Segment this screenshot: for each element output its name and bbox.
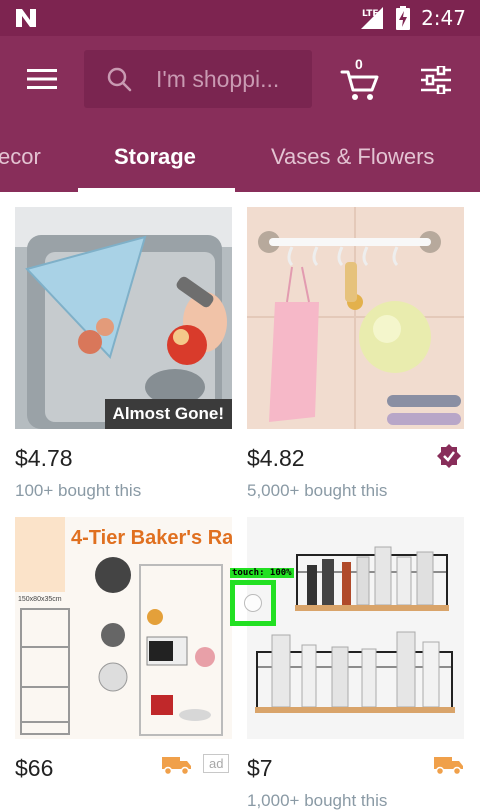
app-toolbar: I'm shoppi... 0 xyxy=(0,36,480,122)
search-icon xyxy=(107,67,132,92)
svg-text:LTE: LTE xyxy=(362,9,379,19)
bakers-rack-image: 4-Tier Baker's Rack 150x80x35cm xyxy=(15,517,232,739)
towel-rack-image xyxy=(247,207,464,429)
cart-icon xyxy=(340,70,379,100)
filter-button[interactable] xyxy=(414,60,458,100)
touch-indicator-label: touch: 100% xyxy=(230,568,294,578)
battery-charging-icon xyxy=(396,6,411,30)
product-image[interactable]: 4-Tier Baker's Rack 150x80x35cm xyxy=(15,517,232,739)
product-image[interactable] xyxy=(247,517,464,739)
touch-point xyxy=(244,594,262,612)
product-card[interactable]: $7 1,000+ bought this xyxy=(247,517,464,810)
hamburger-menu-icon xyxy=(27,69,57,89)
shipping-truck-icon xyxy=(434,757,463,776)
svg-text:150x80x35cm: 150x80x35cm xyxy=(18,596,62,603)
product-card[interactable]: Almost Gone! $4.78 100+ bought this xyxy=(15,207,232,507)
product-price: $7 xyxy=(247,755,273,781)
ad-label: ad xyxy=(203,754,230,773)
active-tab-indicator xyxy=(78,188,235,192)
product-image[interactable] xyxy=(15,207,232,429)
product-price: $66 xyxy=(15,755,54,781)
category-tabs: ecor Storage Vases & Flowers xyxy=(0,122,480,192)
almost-gone-badge: Almost Gone! xyxy=(104,399,232,429)
verified-badge-icon xyxy=(437,444,461,468)
search-placeholder: I'm shoppi... xyxy=(156,66,280,92)
status-bar: LTE 2:47 xyxy=(0,0,480,36)
search-input[interactable]: I'm shoppi... xyxy=(84,50,312,108)
product-bought-count: 100+ bought this xyxy=(15,481,142,500)
product-price: $4.82 xyxy=(247,445,305,471)
tab-home-decor[interactable]: ecor xyxy=(0,122,41,192)
product-price: $4.78 xyxy=(15,445,73,471)
touch-indicator xyxy=(230,580,276,626)
product-card[interactable]: 4-Tier Baker's Rack 150x80x35cm $66 ad xyxy=(15,517,232,800)
cart-button[interactable]: 0 xyxy=(338,56,382,102)
signal-lte-icon: LTE xyxy=(361,7,384,29)
app-logo-icon xyxy=(16,9,36,27)
product-bought-count: 1,000+ bought this xyxy=(247,791,388,810)
product-card[interactable]: $4.82 5,000+ bought this xyxy=(247,207,464,507)
menu-button[interactable] xyxy=(22,60,62,98)
tab-storage[interactable]: Storage xyxy=(114,122,196,192)
tab-vases-flowers[interactable]: Vases & Flowers xyxy=(271,122,434,192)
status-time: 2:47 xyxy=(421,6,466,30)
svg-text:4-Tier Baker's Rack: 4-Tier Baker's Rack xyxy=(71,527,232,549)
product-image[interactable] xyxy=(247,207,464,429)
filter-sliders-icon xyxy=(421,66,451,94)
sink-strainer-image xyxy=(15,207,232,429)
product-bought-count: 5,000+ bought this xyxy=(247,481,388,500)
shipping-truck-icon xyxy=(162,757,191,776)
wall-shelves-image xyxy=(247,517,464,739)
